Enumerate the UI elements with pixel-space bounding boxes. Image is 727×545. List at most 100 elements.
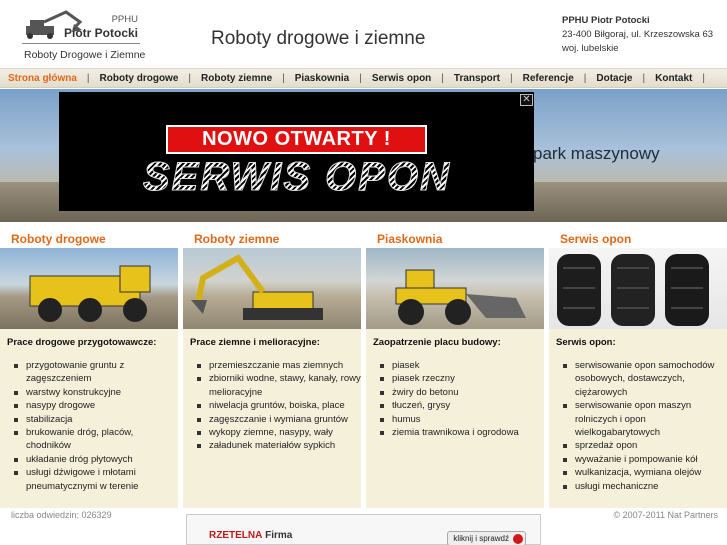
nav-item-piaskownia[interactable]: Piaskownia | <box>295 73 372 84</box>
list-item: niwelacja gruntów, boiska, place <box>197 399 361 412</box>
badge-brand-main: RZETELNA <box>209 530 263 541</box>
contact-region: woj. lubelskie <box>562 43 619 54</box>
column-title[interactable]: Roboty drogowe <box>0 228 178 248</box>
dump-truck-image[interactable] <box>0 248 178 329</box>
nav-item-transport[interactable]: Transport | <box>454 73 523 84</box>
close-icon[interactable]: ✕ <box>520 94 533 106</box>
logo-pphu: PPHU <box>111 14 138 25</box>
badge-brand: RZETELNA Firma <box>209 530 292 541</box>
nav-label[interactable]: Piaskownia <box>295 73 349 84</box>
site-tagline: Roboty drogowe i ziemne <box>211 28 426 49</box>
footer: liczba odwiedzin: 026329 © 2007-2011 Nat… <box>0 508 727 545</box>
header: PPHU Piotr Potocki Roboty Drogowe i Ziem… <box>0 0 727 68</box>
nav-item-roboty-drogowe[interactable]: Roboty drogowe | <box>100 73 202 84</box>
nav-separator: | <box>702 72 705 84</box>
list-item: piasek rzeczny <box>380 372 544 385</box>
hero-text: park maszynowy <box>533 144 660 163</box>
nav-item-referencje[interactable]: Referencje | <box>523 73 597 84</box>
nav-label[interactable]: Roboty ziemne <box>201 73 272 84</box>
list-item: żwiry do betonu <box>380 386 544 399</box>
nav-separator: | <box>86 72 90 84</box>
rzetelna-firma-badge[interactable]: RZETELNA Firma kliknij i sprawdź <box>186 514 541 545</box>
list-item: wyważanie i pompowanie kół <box>563 453 727 466</box>
excavator-image[interactable] <box>183 248 361 329</box>
nav-separator: | <box>282 72 285 84</box>
copyright[interactable]: © 2007-2011 Nat Partners <box>613 510 718 520</box>
nav-item-roboty-ziemne[interactable]: Roboty ziemne | <box>201 73 295 84</box>
nav-label[interactable]: Serwis opon <box>372 73 431 84</box>
column-title[interactable]: Piaskownia <box>366 228 544 248</box>
list-item: układanie dróg płytowych <box>14 453 178 466</box>
contact-block: PPHU Piotr Potocki 23-400 Biłgoraj, ul. … <box>562 14 713 56</box>
list-item: piasek <box>380 359 544 372</box>
nav-separator: | <box>583 72 587 84</box>
column-title[interactable]: Roboty ziemne <box>183 228 361 248</box>
logo[interactable]: PPHU Piotr Potocki Roboty Drogowe i Ziem… <box>22 8 145 64</box>
contact-name: PPHU Piotr Potocki <box>562 15 650 26</box>
nav-item-serwis-opon[interactable]: Serwis opon | <box>372 73 454 84</box>
verify-button-label: kliknij i sprawdź <box>453 534 509 543</box>
nav-separator: | <box>441 72 444 84</box>
column-roboty-drogowe: Roboty drogowe Prace drogowe przygotowaw… <box>0 228 178 508</box>
logo-subtitle: Roboty Drogowe i Ziemne <box>24 49 146 61</box>
list-item: serwisowanie opon maszyn rolniczych i op… <box>563 399 727 439</box>
nav-label[interactable]: Roboty drogowe <box>100 73 179 84</box>
list-item: stabilizacja <box>14 413 178 426</box>
service-list: przemieszczanie mas ziemnych zbiorniki w… <box>183 355 361 453</box>
column-roboty-ziemne: Roboty ziemne Prace ziemne i melioracyjn… <box>183 228 361 508</box>
nav-label[interactable]: Kontakt <box>655 73 692 84</box>
column-subhead: Prace drogowe przygotowawcze: <box>7 337 157 348</box>
list-item: wulkanizacja, wymiana olejów <box>563 466 727 479</box>
promo-popup[interactable]: ✕ NOWO OTWARTY ! SERWIS OPON <box>59 92 534 211</box>
list-item: tłuczeń, grysy <box>380 399 544 412</box>
list-item: serwisowanie opon samochodów osobowych, … <box>563 359 727 399</box>
popup-headline: NOWO OTWARTY ! <box>166 125 427 154</box>
verify-button[interactable]: kliknij i sprawdź <box>447 531 526 545</box>
service-list: serwisowanie opon samochodów osobowych, … <box>549 355 727 493</box>
main-nav: Strona główna | Roboty drogowe | Roboty zi… <box>0 68 727 88</box>
list-item: nasypy drogowe <box>14 399 178 412</box>
nav-label[interactable]: Referencje <box>523 73 574 84</box>
column-title[interactable]: Serwis opon <box>549 228 727 248</box>
service-columns: Roboty drogowe Prace drogowe przygotowaw… <box>0 228 727 508</box>
list-item: zbiorniki wodne, stawy, kanały, rowy mel… <box>197 372 361 399</box>
list-item: usługi mechaniczne <box>563 480 727 493</box>
nav-item-dotacje[interactable]: Dotacje | <box>596 73 655 84</box>
column-subhead: Prace ziemne i melioracyjne: <box>190 337 320 348</box>
logo-name: Piotr Potocki <box>63 26 138 40</box>
list-item: usługi dźwigowe i młotami pneumatycznymi… <box>14 466 178 493</box>
list-item: sprzedaż opon <box>563 439 727 452</box>
visit-counter: liczba odwiedzin: 026329 <box>11 510 112 520</box>
nav-label[interactable]: Strona główna <box>8 73 77 84</box>
list-item: warstwy konstrukcyjne <box>14 386 178 399</box>
nav-separator: | <box>188 72 192 84</box>
list-item: przygotowanie gruntu z zagęszczeniem <box>14 359 178 386</box>
list-item: humus <box>380 413 544 426</box>
list-item: załadunek materiałów sypkich <box>197 439 361 452</box>
column-piaskownia: Piaskownia Zaopatrzenie placu budowy: pi… <box>366 228 544 508</box>
nav-item-strona-glowna[interactable]: Strona główna | <box>8 73 100 84</box>
nav-label[interactable]: Dotacje <box>596 73 632 84</box>
list-item: wykopy ziemne, nasypy, wały <box>197 426 361 439</box>
wheel-loader-image[interactable] <box>366 248 544 329</box>
service-list: piasek piasek rzeczny żwiry do betonu tł… <box>366 355 544 439</box>
service-list: przygotowanie gruntu z zagęszczeniem war… <box>0 355 178 493</box>
list-item: przemieszczanie mas ziemnych <box>197 359 361 372</box>
logo-divider <box>22 43 140 44</box>
column-subhead: Zaopatrzenie placu budowy: <box>373 337 501 348</box>
nav-separator: | <box>642 72 646 84</box>
popup-subline: SERWIS OPON <box>79 156 515 199</box>
contact-address: 23-400 Biłgoraj, ul. Krzeszowska 63 <box>562 29 714 40</box>
column-serwis-opon: Serwis opon Serwis opon: serwisowanie op… <box>549 228 727 508</box>
nav-separator: | <box>510 72 513 84</box>
nav-label[interactable]: Transport <box>454 73 500 84</box>
badge-brand-sub: Firma <box>265 530 293 541</box>
list-item: brukowanie dróg, placów, chodników <box>14 426 178 453</box>
tires-image[interactable] <box>549 248 727 329</box>
nav-item-kontakt[interactable]: Kontakt | <box>655 73 715 84</box>
list-item: zagęszczanie i wymiana gruntów <box>197 413 361 426</box>
column-subhead: Serwis opon: <box>556 337 616 348</box>
arrow-icon <box>513 534 523 544</box>
list-item: ziemia trawnikowa i ogrodowa <box>380 426 544 439</box>
nav-separator: | <box>359 72 362 84</box>
